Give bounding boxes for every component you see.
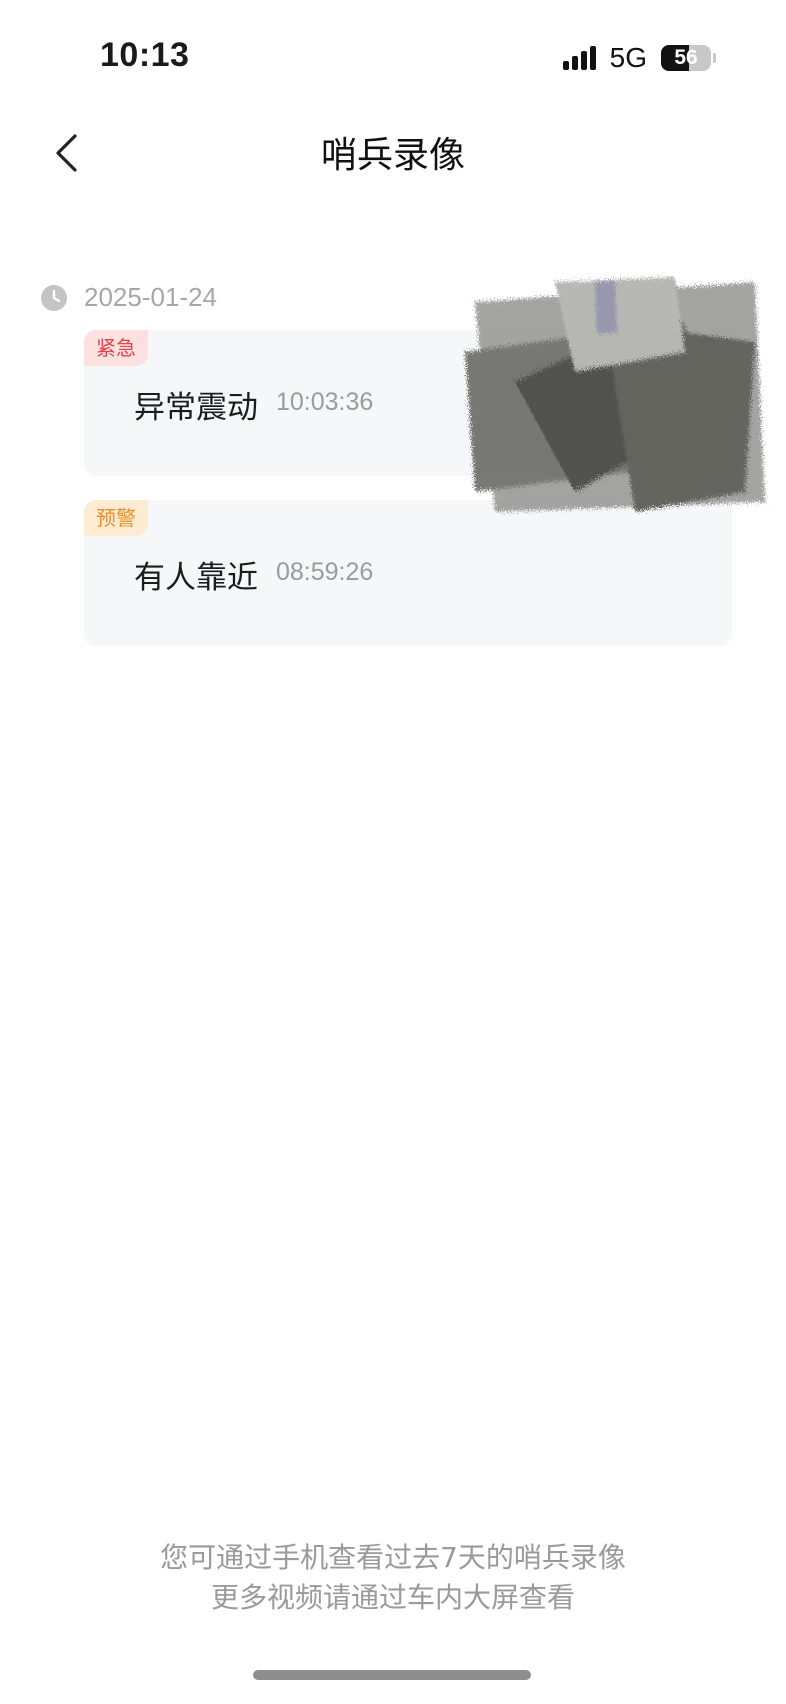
cellular-signal-icon bbox=[562, 46, 596, 70]
battery-level: 56 bbox=[674, 46, 698, 69]
clock-icon bbox=[41, 284, 67, 311]
battery-icon: 56 bbox=[661, 45, 711, 71]
warning-badge: 预警 bbox=[84, 500, 148, 536]
page-title: 哨兵录像 bbox=[320, 135, 465, 176]
urgency-badge: 紧急 bbox=[84, 330, 148, 366]
battery-tip bbox=[713, 53, 716, 63]
footer-line-1: 您可通过手机查看过去7天的哨兵录像 bbox=[160, 1541, 626, 1574]
date-label: 2025-01-24 bbox=[84, 282, 217, 312]
network-type: 5G bbox=[609, 42, 647, 73]
event-title: 有人靠近 bbox=[134, 560, 258, 596]
footer-note: 您可通过手机查看过去7天的哨兵录像 更多视频请通过车内大屏查看 bbox=[0, 1538, 786, 1618]
home-indicator[interactable] bbox=[253, 1670, 531, 1680]
event-time: 10:03:36 bbox=[276, 388, 374, 416]
status-indicators: 5G 56 bbox=[562, 42, 716, 74]
redacted-thumbnail bbox=[465, 277, 765, 512]
event-time: 08:59:26 bbox=[276, 558, 374, 586]
event-title: 异常震动 bbox=[134, 390, 258, 426]
status-time: 10:13 bbox=[100, 36, 190, 74]
timeline-date: 2025-01-24 bbox=[40, 282, 217, 313]
footer-line-2: 更多视频请通过车内大屏查看 bbox=[210, 1581, 575, 1614]
